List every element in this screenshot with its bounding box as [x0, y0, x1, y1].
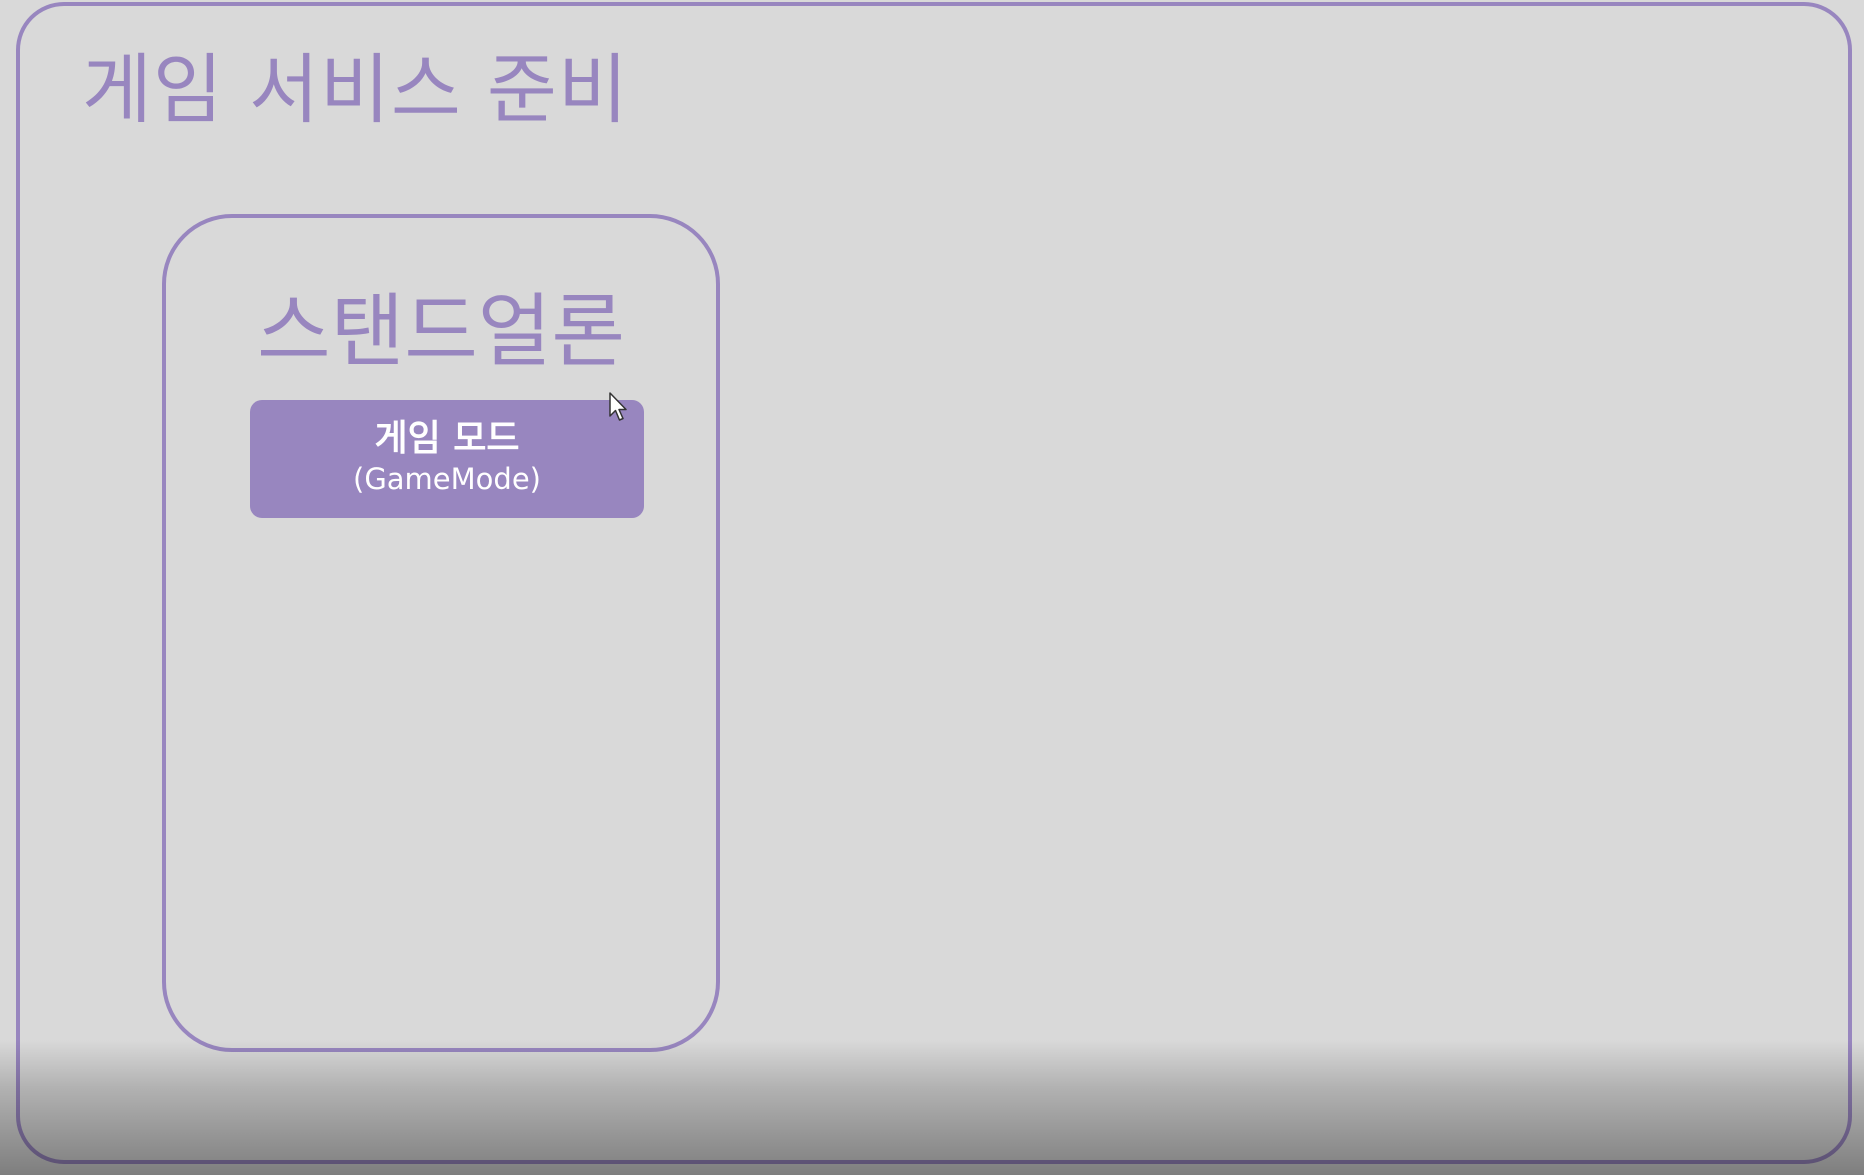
standalone-panel: 스탠드얼론 게임 모드 (GameMode) — [162, 214, 720, 1052]
slide: 게임 서비스 준비 스탠드얼론 게임 모드 (GameMode) — [0, 0, 1864, 1175]
slide-title: 게임 서비스 준비 — [82, 45, 629, 134]
gamemode-node[interactable]: 게임 모드 (GameMode) — [250, 400, 644, 518]
node-subtitle: (GameMode) — [353, 462, 541, 496]
node-title: 게임 모드 — [374, 418, 520, 459]
mouse-pointer-icon — [609, 392, 627, 421]
panel-title: 스탠드얼론 — [257, 285, 625, 378]
